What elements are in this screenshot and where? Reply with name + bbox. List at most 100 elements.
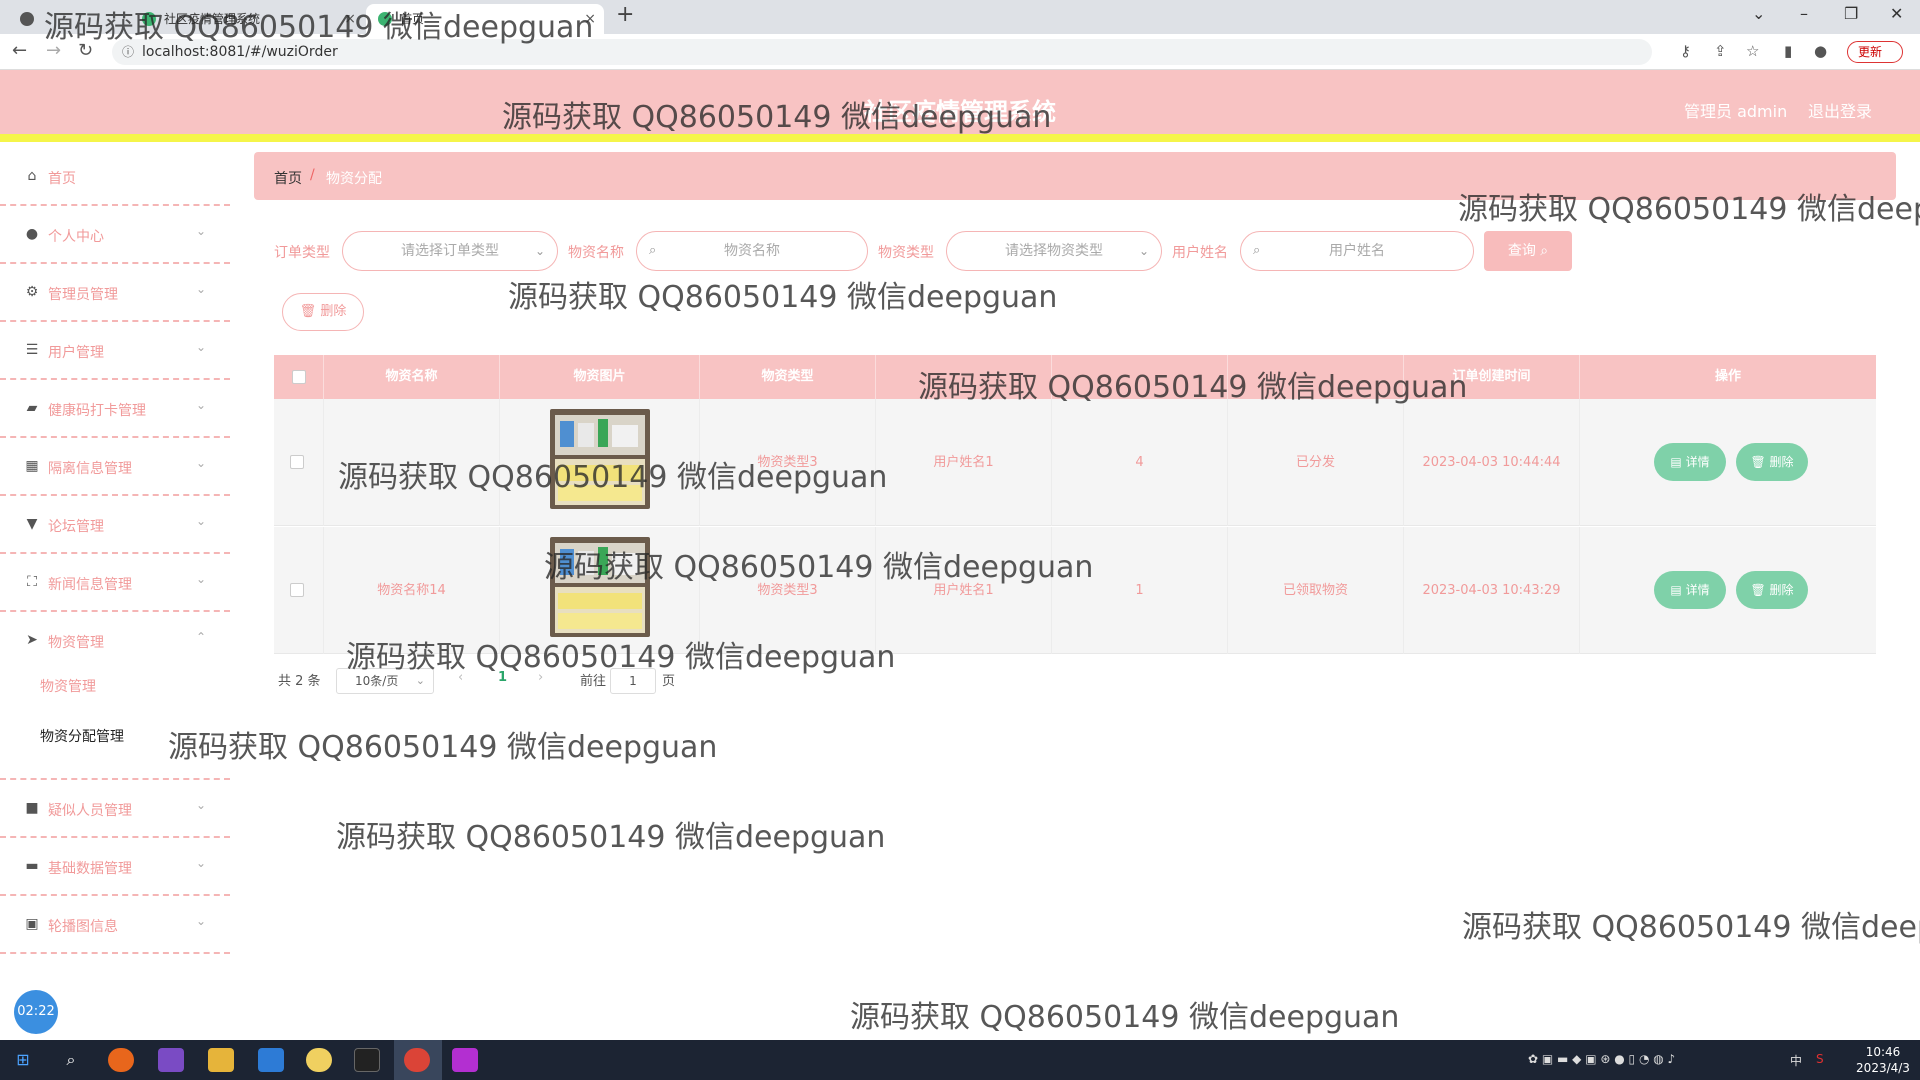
search-icon[interactable]: ⌕: [58, 1048, 84, 1072]
cell-name: 物资名称14: [324, 527, 500, 654]
cell-quantity: 1: [1052, 527, 1228, 654]
detail-button[interactable]: ▤ 详情: [1654, 571, 1726, 609]
delete-button[interactable]: 🗑 删除: [1736, 571, 1808, 609]
sidepanel-icon[interactable]: ▮: [1784, 42, 1792, 60]
column-header: 物资图片: [500, 355, 700, 399]
breadcrumb-home[interactable]: 首页: [274, 168, 302, 188]
chevron-down-icon: ⌄: [196, 224, 207, 238]
document-icon: ▤: [1670, 455, 1686, 469]
cell-name: [324, 399, 500, 526]
sidebar-item-isolation[interactable]: ▦ 隔离信息管理 ⌄: [0, 440, 230, 496]
wuzi-type-select[interactable]: 请选择物资类型 ⌄: [946, 231, 1162, 271]
order-type-label: 订单类型: [274, 245, 330, 261]
column-header: [1228, 355, 1404, 399]
url-text: localhost:8081/#/wuziOrder: [142, 44, 338, 60]
chevron-down-icon[interactable]: ⌄: [1752, 4, 1765, 23]
breadcrumb-separator: /: [310, 167, 315, 183]
reload-icon[interactable]: ↻: [78, 40, 93, 61]
sidebar-item-suspects[interactable]: ■ 疑似人员管理 ⌄: [0, 782, 230, 838]
delete-button[interactable]: 🗑 删除: [1736, 443, 1808, 481]
sidebar-item-news[interactable]: ⛶ 新闻信息管理 ⌄: [0, 556, 230, 612]
row-checkbox[interactable]: [290, 583, 304, 597]
browser-tab-other[interactable]: [8, 4, 128, 34]
vscode-icon[interactable]: [258, 1048, 284, 1072]
sidebar-item-forum[interactable]: ▼ 论坛管理 ⌄: [0, 498, 230, 554]
goto-page-input[interactable]: 1: [610, 668, 656, 694]
select-all-checkbox[interactable]: [292, 370, 306, 384]
cell-image: [500, 399, 700, 526]
page-size-select[interactable]: 10条/页 ⌄: [336, 668, 434, 694]
forward-icon[interactable]: →: [46, 40, 61, 61]
page-suffix: 页: [662, 674, 676, 689]
query-button[interactable]: 查询 ⌕: [1484, 231, 1572, 271]
ime-indicator[interactable]: 中: [1790, 1052, 1802, 1069]
profile-icon[interactable]: ●: [1814, 42, 1827, 60]
close-icon[interactable]: ×: [344, 4, 356, 34]
terminal-icon[interactable]: [354, 1048, 380, 1072]
taskbar: ⊞ ⌕ ✿ ▣ ▬ ◆ ▣ ⊛ ● ▯ ◔ ◍ ♪ 中 S 10:46 2023…: [0, 1040, 1920, 1080]
query-label: 查询: [1507, 243, 1536, 259]
chrome-icon[interactable]: [404, 1048, 430, 1072]
app-icon[interactable]: [306, 1048, 332, 1072]
minimize-icon[interactable]: –: [1800, 4, 1808, 23]
detail-button[interactable]: ▤ 详情: [1654, 443, 1726, 481]
home-icon: ⌂: [27, 168, 37, 184]
sidebar-item-label: 论坛管理: [48, 519, 104, 535]
sidebar-item-base-data[interactable]: ▬ 基础数据管理 ⌄: [0, 840, 230, 896]
watermark: 源码获取 QQ86050149 微信deepguan: [850, 1000, 1400, 1035]
row-checkbox[interactable]: [290, 455, 304, 469]
chevron-down-icon: ⌄: [196, 456, 207, 470]
share-icon[interactable]: ⇪: [1714, 42, 1727, 60]
new-tab-icon[interactable]: +: [616, 2, 634, 27]
timer-badge[interactable]: 02:22: [14, 990, 58, 1034]
key-icon[interactable]: ⚷: [1680, 42, 1691, 60]
browser-tab-1[interactable]: 社区疫情管理系统 ×: [130, 4, 364, 34]
sliders-icon: ☰: [25, 342, 39, 358]
back-icon[interactable]: ←: [12, 40, 27, 61]
tray-icons[interactable]: ✿ ▣ ▬ ◆ ▣ ⊛ ● ▯ ◔ ◍ ♪: [1528, 1052, 1675, 1066]
firefox-icon[interactable]: [108, 1048, 134, 1072]
taskbar-clock[interactable]: 10:46 2023/4/3: [1848, 1044, 1918, 1076]
update-button[interactable]: 更新: [1847, 41, 1903, 63]
sidebar-item-supplies[interactable]: ➤ 物资管理 ⌃ 物资管理 物资分配管理: [0, 614, 230, 780]
column-header: 订单创建时间: [1404, 355, 1580, 399]
close-icon[interactable]: ×: [584, 4, 596, 34]
restore-icon[interactable]: ❐: [1844, 4, 1858, 23]
briefcase-icon: ▰: [26, 400, 38, 416]
url-field[interactable]: ⓘ localhost:8081/#/wuziOrder: [112, 39, 1652, 65]
sidebar-item-profile[interactable]: ● 个人中心 ⌄: [0, 208, 230, 264]
sidebar-subitem-supplies[interactable]: 物资管理: [40, 676, 96, 696]
folder-icon[interactable]: [208, 1048, 234, 1072]
search-icon: ⌕: [1253, 243, 1261, 258]
star-icon[interactable]: ☆: [1746, 42, 1759, 60]
input-method-icon[interactable]: S: [1816, 1052, 1824, 1066]
order-type-select[interactable]: 请选择订单类型 ⌄: [342, 231, 558, 271]
prev-page-icon[interactable]: ‹: [458, 670, 463, 685]
next-page-icon[interactable]: ›: [538, 670, 543, 685]
batch-delete-button[interactable]: 🗑 删除: [282, 293, 364, 331]
sidebar-item-users[interactable]: ☰ 用户管理 ⌄: [0, 324, 230, 380]
sidebar-item-carousel[interactable]: ▣ 轮播图信息 ⌄: [0, 898, 230, 954]
column-header: 操作: [1714, 369, 1741, 384]
sidebar-item-label: 用户管理: [48, 345, 104, 361]
user-name-input[interactable]: ⌕ 用户姓名: [1240, 231, 1474, 271]
current-page[interactable]: 1: [498, 670, 507, 685]
sidebar-item-health-code[interactable]: ▰ 健康码打卡管理 ⌄: [0, 382, 230, 438]
breadcrumb-current: 物资分配: [326, 171, 382, 187]
app-icon[interactable]: [158, 1048, 184, 1072]
wuzi-name-input[interactable]: ⌕ 物资名称: [636, 231, 868, 271]
sidebar-item-admin[interactable]: ⚙ 管理员管理 ⌄: [0, 266, 230, 322]
window-close-icon[interactable]: ✕: [1890, 4, 1903, 23]
sidebar-item-home[interactable]: ⌂ 首页: [0, 150, 230, 206]
logout-link[interactable]: 退出登录: [1808, 98, 1872, 122]
wuzi-name-label: 物资名称: [568, 245, 624, 261]
browser-tab-2[interactable]: 首页 ×: [366, 4, 604, 34]
chevron-down-icon: ⌄: [196, 856, 207, 870]
windows-start-icon[interactable]: ⊞: [10, 1048, 36, 1072]
sidebar-subitem-supply-allocation[interactable]: 物资分配管理: [40, 726, 124, 746]
clock-time: 10:46: [1865, 1045, 1901, 1059]
idea-icon[interactable]: [452, 1048, 478, 1072]
chevron-down-icon: ⌄: [415, 674, 425, 687]
cell-image: [500, 527, 700, 654]
cell-actions: ▤ 详情 🗑 删除: [1580, 399, 1876, 526]
